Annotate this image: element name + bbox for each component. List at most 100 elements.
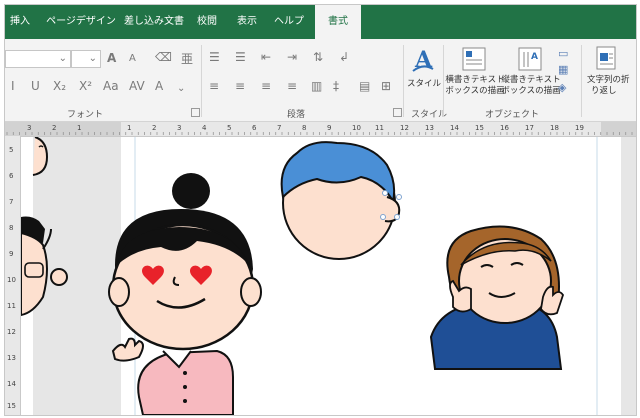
- bullets-icon[interactable]: ☰: [209, 50, 220, 64]
- tab-insert[interactable]: 挿入: [5, 5, 35, 39]
- ruler-number: 15: [7, 402, 16, 410]
- numbering-icon[interactable]: ☰: [235, 50, 246, 64]
- font-color-button[interactable]: A: [155, 79, 163, 93]
- increase-indent-icon[interactable]: ⇥: [287, 50, 297, 64]
- text-direction-icon[interactable]: ⇅: [313, 50, 323, 64]
- font-name-box[interactable]: ⌄: [5, 50, 71, 68]
- shading-icon[interactable]: ▤: [359, 79, 370, 93]
- font-size-box[interactable]: ⌄: [71, 50, 101, 68]
- divider: [581, 45, 582, 117]
- align-right-icon[interactable]: ≡: [261, 79, 271, 93]
- ruler-number: 8: [9, 224, 14, 232]
- chevron-down-icon: ⌄: [177, 83, 186, 94]
- ruler-number: 11: [375, 124, 384, 132]
- align-left-icon[interactable]: ≡: [209, 79, 219, 93]
- wrap-text-label-2: り返し: [591, 86, 617, 96]
- underline-button[interactable]: U: [31, 79, 40, 93]
- ruler-number: 17: [525, 124, 534, 132]
- vertical-textbox-button[interactable]: A 縦書きテキスト ボックスの描画: [501, 45, 561, 103]
- tab-help[interactable]: ヘルプ: [271, 5, 307, 39]
- horizontal-textbox-label-1: 横書きテキスト: [445, 75, 505, 85]
- paragraph-dialog-launcher-icon[interactable]: [393, 108, 402, 117]
- ruler-number: 9: [327, 124, 332, 132]
- ruler-number: 6: [9, 172, 14, 180]
- ruler-number: 13: [425, 124, 434, 132]
- chevron-down-icon: ⌄: [88, 53, 97, 64]
- partial-face-glasses-image[interactable]: [21, 216, 68, 317]
- chevron-down-icon: ⌄: [58, 53, 67, 64]
- wrap-text-button[interactable]: 文字列の折 り返し: [585, 45, 636, 103]
- ruler-number: 15: [475, 124, 484, 132]
- illustrations: [21, 137, 598, 415]
- horizontal-ruler[interactable]: 3 2 1 1 2 3 4 5 6 7 8 9 10 11 12 13 14 1…: [5, 122, 636, 137]
- paragraph-group-label: 段落: [287, 110, 306, 120]
- ruler-number: 19: [575, 124, 584, 132]
- tab-review[interactable]: 校閲: [191, 5, 223, 39]
- italic-button[interactable]: I: [11, 79, 15, 93]
- partial-face-top-image[interactable]: [32, 137, 49, 176]
- ruler-number: 7: [9, 198, 14, 206]
- ruler-number: 4: [202, 124, 207, 132]
- ruler-number: 10: [352, 124, 361, 132]
- ruler-number: 12: [7, 328, 16, 336]
- subscript-button[interactable]: X₂: [53, 79, 66, 93]
- change-case-button[interactable]: Aa: [103, 79, 119, 93]
- ruler-number: 18: [550, 124, 559, 132]
- style-button-label: スタイル: [407, 79, 442, 89]
- paragraph-mark-icon[interactable]: ↲: [339, 50, 349, 64]
- ribbon: ⌄ ⌄ A A ⌫ 亜 I U X₂ X² Aa AV A ⌄ フォント ☰ ☰…: [5, 39, 636, 122]
- vertical-ruler[interactable]: 5 6 7 8 9 10 11 12 13 14 15: [5, 136, 21, 415]
- ruler-number: 1: [127, 124, 132, 132]
- girl-heart-eyes-image[interactable]: [108, 173, 262, 415]
- align-objects-icon[interactable]: ▦: [558, 63, 568, 76]
- shrink-font-button[interactable]: A: [129, 53, 136, 64]
- phonetic-guide-icon[interactable]: 亜: [181, 50, 193, 67]
- tab-page-design[interactable]: ページデザイン: [41, 5, 121, 39]
- ruler-number: 7: [277, 124, 282, 132]
- style-icon: A: [412, 47, 434, 73]
- superscript-button[interactable]: X²: [79, 79, 92, 93]
- divider: [403, 45, 404, 117]
- ruler-number: 14: [450, 124, 459, 132]
- woman-brown-hair-image[interactable]: [429, 225, 564, 370]
- ruler-number: 3: [27, 124, 32, 132]
- clear-format-icon[interactable]: ⌫: [155, 50, 172, 64]
- horizontal-textbox-button[interactable]: 横書きテキスト ボックスの描画: [445, 45, 505, 103]
- vertical-textbox-label-1: 縦書きテキスト: [501, 75, 561, 85]
- ruler-number: 3: [177, 124, 182, 132]
- style-button[interactable]: A スタイル: [407, 45, 442, 103]
- vertical-textbox-label-2: ボックスの描画: [501, 86, 561, 96]
- columns-icon[interactable]: ▥: [311, 79, 322, 93]
- ruler-number: 1: [77, 124, 82, 132]
- font-group-label: フォント: [67, 110, 104, 120]
- line-spacing-icon[interactable]: ‡: [333, 79, 339, 93]
- ruler-number: 5: [9, 146, 14, 154]
- ruler-number: 16: [500, 124, 509, 132]
- horizontal-textbox-label-2: ボックスの描画: [445, 86, 505, 96]
- tab-format[interactable]: 書式: [315, 5, 361, 39]
- ruler-ticks: [5, 122, 636, 136]
- align-center-icon[interactable]: ≡: [235, 79, 245, 93]
- tab-view[interactable]: 表示: [231, 5, 263, 39]
- horizontal-textbox-icon: [462, 47, 486, 71]
- text-link-icon[interactable]: ▭: [558, 47, 568, 60]
- ruler-number: 9: [9, 250, 14, 258]
- decrease-indent-icon[interactable]: ⇤: [261, 50, 271, 64]
- character-spacing-button[interactable]: AV: [129, 79, 145, 93]
- ruler-number: 10: [7, 276, 16, 284]
- divider: [201, 45, 202, 117]
- boy-blue-hair-image[interactable]: [280, 141, 402, 260]
- app-window: 挿入 ページデザイン 差し込み文書 校閲 表示 ヘルプ 書式 ⌄ ⌄ A A ⌫…: [4, 4, 637, 416]
- object-group-label: オブジェクト: [485, 110, 540, 120]
- font-dialog-launcher-icon[interactable]: [191, 108, 200, 117]
- document-canvas[interactable]: [21, 137, 636, 415]
- ribbon-tab-bar: 挿入 ページデザイン 差し込み文書 校閲 表示 ヘルプ 書式: [5, 5, 636, 39]
- svg-text:A: A: [531, 52, 538, 62]
- justify-icon[interactable]: ≡: [287, 79, 297, 93]
- tab-mailings[interactable]: 差し込み文書: [123, 5, 185, 39]
- group-objects-icon[interactable]: ◈: [558, 81, 566, 94]
- grow-font-button[interactable]: A: [107, 51, 116, 65]
- borders-icon[interactable]: ⊞: [381, 79, 391, 93]
- wrap-text-icon: [596, 46, 616, 70]
- ruler-number: 5: [227, 124, 232, 132]
